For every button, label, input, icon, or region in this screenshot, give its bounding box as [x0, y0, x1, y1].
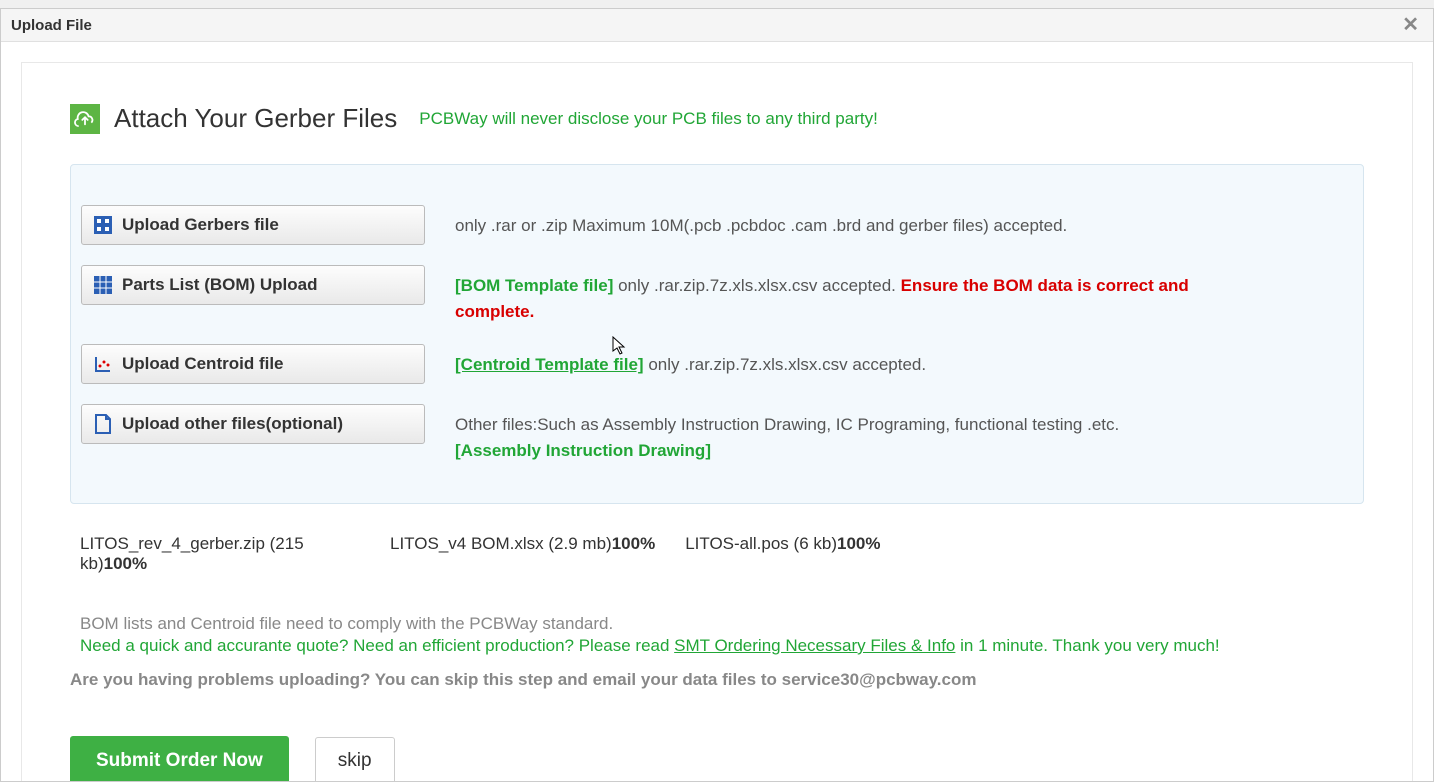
- file-entry: LITOS_rev_4_gerber.zip (215 kb)100%: [80, 534, 360, 574]
- centroid-template-link[interactable]: [Centroid Template file]: [455, 355, 644, 374]
- bom-info: [BOM Template file] only .rar.zip.7z.xls…: [455, 265, 1255, 324]
- upload-other-label: Upload other files(optional): [122, 414, 343, 434]
- upload-row-gerber: Upload Gerbers file only .rar or .zip Ma…: [81, 195, 1353, 255]
- bom-template-link[interactable]: [BOM Template file]: [455, 276, 613, 295]
- file-name: LITOS_v4 BOM.xlsx (2.9 mb): [390, 534, 612, 553]
- upload-row-other: Upload other files(optional) Other files…: [81, 394, 1353, 473]
- table-icon: [92, 274, 114, 296]
- file-progress: 100%: [104, 554, 147, 573]
- bom-info-text: only .rar.zip.7z.xls.xlsx.csv accepted.: [613, 276, 900, 295]
- upload-row-bom: Parts List (BOM) Upload [BOM Template fi…: [81, 255, 1353, 334]
- dialog-body[interactable]: Attach Your Gerber Files PCBWay will nev…: [1, 42, 1433, 781]
- upload-file-dialog: Upload File ✕ Attach Your Gerber Files P…: [0, 8, 1434, 782]
- file-name: LITOS-all.pos (6 kb): [685, 534, 837, 553]
- upload-other-button[interactable]: Upload other files(optional): [81, 404, 425, 444]
- upload-bom-button[interactable]: Parts List (BOM) Upload: [81, 265, 425, 305]
- file-icon: [92, 413, 114, 435]
- files-section: LITOS_rev_4_gerber.zip (215 kb)100% LITO…: [70, 504, 1364, 666]
- file-entry: LITOS_v4 BOM.xlsx (2.9 mb)100%: [390, 534, 655, 574]
- centroid-info: [Centroid Template file] only .rar.zip.7…: [455, 344, 926, 378]
- compliance-note: BOM lists and Centroid file need to comp…: [80, 614, 1354, 634]
- cloud-upload-icon: [70, 104, 100, 134]
- upload-bom-label: Parts List (BOM) Upload: [122, 275, 318, 295]
- file-entry: LITOS-all.pos (6 kb)100%: [685, 534, 880, 574]
- other-info-text: Other files:Such as Assembly Instruction…: [455, 415, 1119, 434]
- quote-prefix: Need a quick and accurante quote? Need a…: [80, 636, 674, 655]
- upload-centroid-label: Upload Centroid file: [122, 354, 284, 374]
- dialog-header: Upload File ✕: [1, 9, 1433, 42]
- upload-centroid-button[interactable]: Upload Centroid file: [81, 344, 425, 384]
- upload-row-centroid: Upload Centroid file [Centroid Template …: [81, 334, 1353, 394]
- smt-ordering-link[interactable]: SMT Ordering Necessary Files & Info: [674, 636, 955, 655]
- centroid-icon: [92, 353, 114, 375]
- file-progress: 100%: [837, 534, 880, 553]
- centroid-info-text: only .rar.zip.7z.xls.xlsx.csv accepted.: [644, 355, 927, 374]
- privacy-note: PCBWay will never disclose your PCB file…: [419, 109, 878, 129]
- page-title: Attach Your Gerber Files: [114, 103, 397, 134]
- inner-panel: Attach Your Gerber Files PCBWay will nev…: [21, 62, 1413, 781]
- close-icon[interactable]: ✕: [1398, 15, 1423, 35]
- upload-gerbers-label: Upload Gerbers file: [122, 215, 279, 235]
- other-info: Other files:Such as Assembly Instruction…: [455, 404, 1119, 463]
- heading-row: Attach Your Gerber Files PCBWay will nev…: [70, 103, 1364, 134]
- upload-gerbers-button[interactable]: Upload Gerbers file: [81, 205, 425, 245]
- trouble-note: Are you having problems uploading? You c…: [70, 670, 1364, 690]
- submit-order-button[interactable]: Submit Order Now: [70, 736, 289, 781]
- dialog-title: Upload File: [11, 17, 92, 34]
- button-row: Submit Order Now skip: [70, 736, 1364, 781]
- quote-suffix: in 1 minute. Thank you very much!: [955, 636, 1219, 655]
- file-progress: 100%: [612, 534, 655, 553]
- upload-panel: Upload Gerbers file only .rar or .zip Ma…: [70, 164, 1364, 504]
- assembly-instruction-link[interactable]: [Assembly Instruction Drawing]: [455, 441, 711, 460]
- gerber-info: only .rar or .zip Maximum 10M(.pcb .pcbd…: [455, 205, 1067, 239]
- quote-note: Need a quick and accurante quote? Need a…: [80, 636, 1354, 656]
- uploaded-files-list: LITOS_rev_4_gerber.zip (215 kb)100% LITO…: [80, 534, 1354, 574]
- gerber-icon: [92, 214, 114, 236]
- skip-button[interactable]: skip: [315, 737, 395, 781]
